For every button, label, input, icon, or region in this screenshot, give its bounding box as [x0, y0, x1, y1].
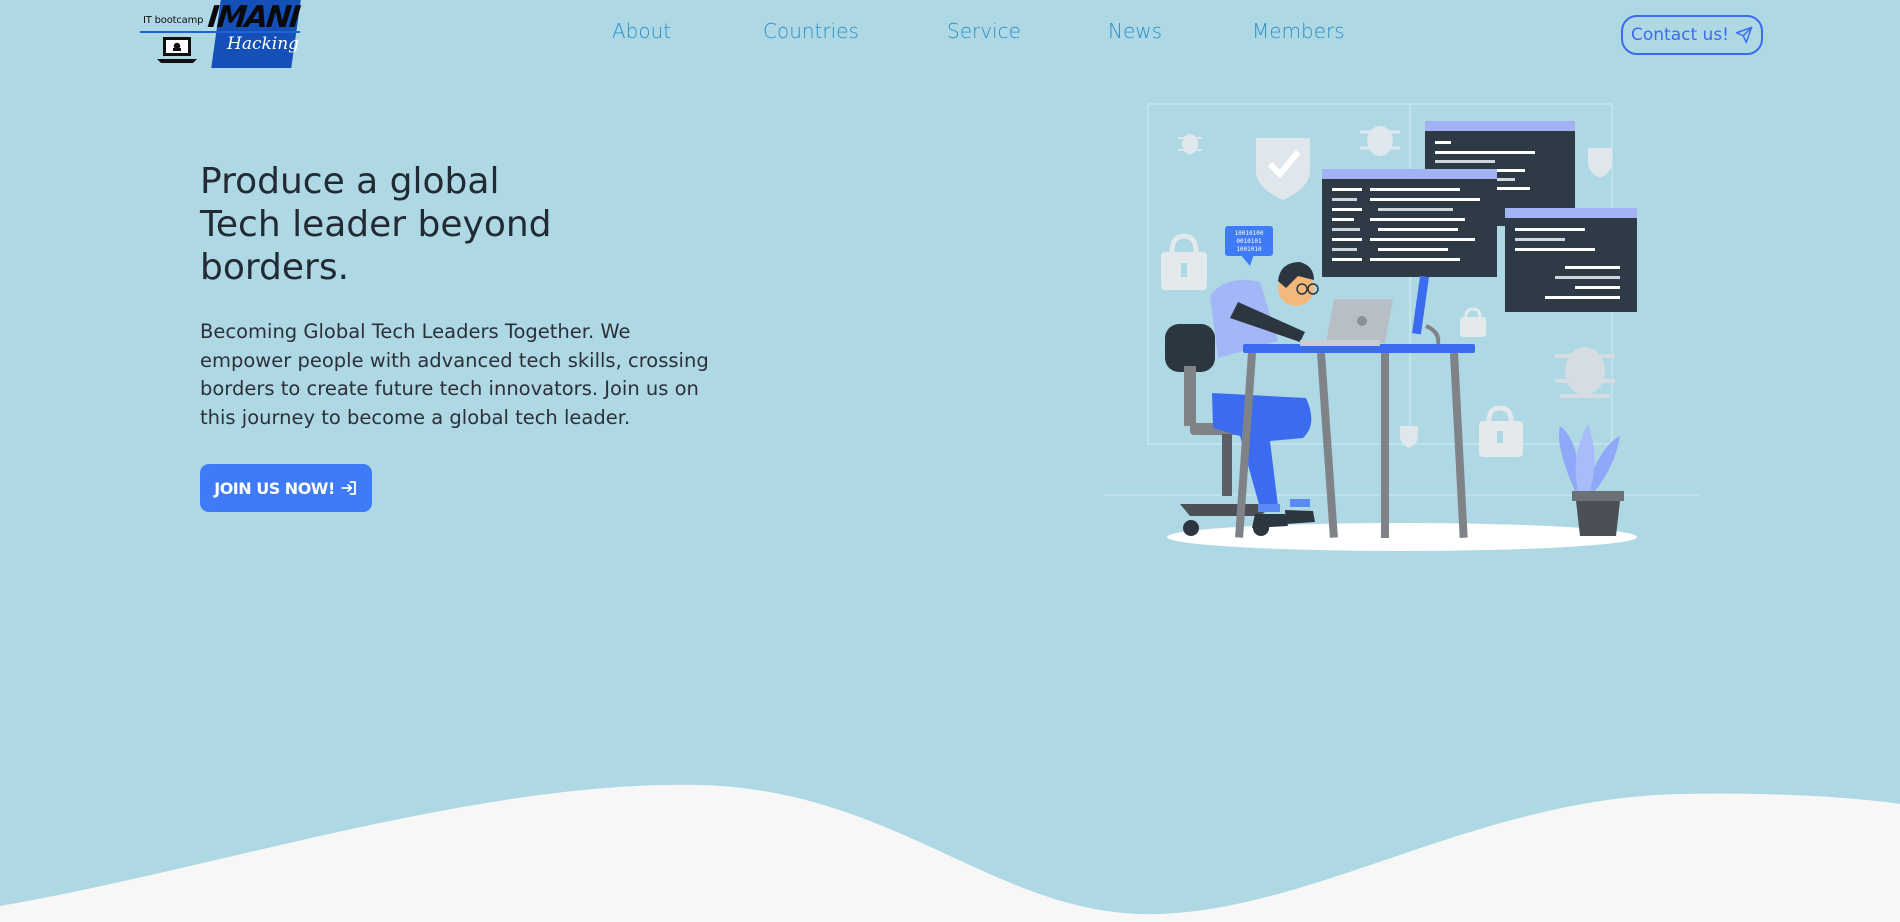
- developer-illustration: 10010100 0010101 1001010: [1105, 103, 1700, 551]
- hero-title: Produce a global Tech leader beyond bord…: [200, 160, 620, 289]
- code-window-front: [1322, 169, 1497, 277]
- logo-script: Hacking: [227, 34, 300, 54]
- nav-news-link[interactable]: News: [1108, 19, 1162, 43]
- join-us-button[interactable]: JOIN US NOW!: [200, 464, 372, 512]
- code-window-right: [1505, 208, 1637, 312]
- footer-wave: [0, 784, 1900, 922]
- hero-title-line-3: borders.: [200, 247, 350, 288]
- contact-button-label: Contact us!: [1631, 25, 1729, 45]
- bug-icon: [1555, 347, 1615, 398]
- nav-countries-link[interactable]: Countries: [763, 19, 859, 43]
- padlock-icon: [1460, 307, 1486, 337]
- shield-icon: [1588, 148, 1612, 178]
- bug-icon: [1178, 134, 1202, 154]
- padlock-icon: [1161, 233, 1207, 290]
- laptop-icon: [157, 37, 197, 63]
- binary-speech-bubble: 10010100 0010101 1001010: [1225, 226, 1273, 266]
- paper-plane-icon: [1735, 26, 1753, 44]
- sign-in-arrow-icon: [341, 481, 356, 495]
- bug-icon: [1360, 126, 1400, 156]
- potted-plant: [1559, 424, 1624, 536]
- monitor: [1412, 275, 1441, 345]
- padlock-icon: [1479, 405, 1523, 457]
- landing-page: IT bootcamp IMANI Hacking About Countrie…: [0, 0, 1900, 922]
- nav-about-link[interactable]: About: [612, 19, 671, 43]
- hero-title-line-2: Tech leader beyond: [200, 204, 552, 245]
- logo-tagline: IT bootcamp: [143, 15, 204, 26]
- contact-button[interactable]: Contact us!: [1621, 15, 1763, 55]
- bubble-line-3: 1001010: [1236, 246, 1262, 253]
- hero-title-line-1: Produce a global: [200, 161, 500, 202]
- hero-description: Becoming Global Tech Leaders Together. W…: [200, 320, 709, 429]
- nav-service-link[interactable]: Service: [947, 19, 1021, 43]
- logo-name: IMANI: [206, 0, 301, 35]
- bubble-line-2: 0010101: [1236, 238, 1262, 245]
- join-us-button-label: JOIN US NOW!: [214, 478, 335, 498]
- bubble-line-1: 10010100: [1235, 230, 1264, 237]
- site-logo[interactable]: IT bootcamp IMANI Hacking: [138, 0, 301, 70]
- laptop: [1300, 299, 1393, 346]
- nav-members-link[interactable]: Members: [1252, 19, 1345, 43]
